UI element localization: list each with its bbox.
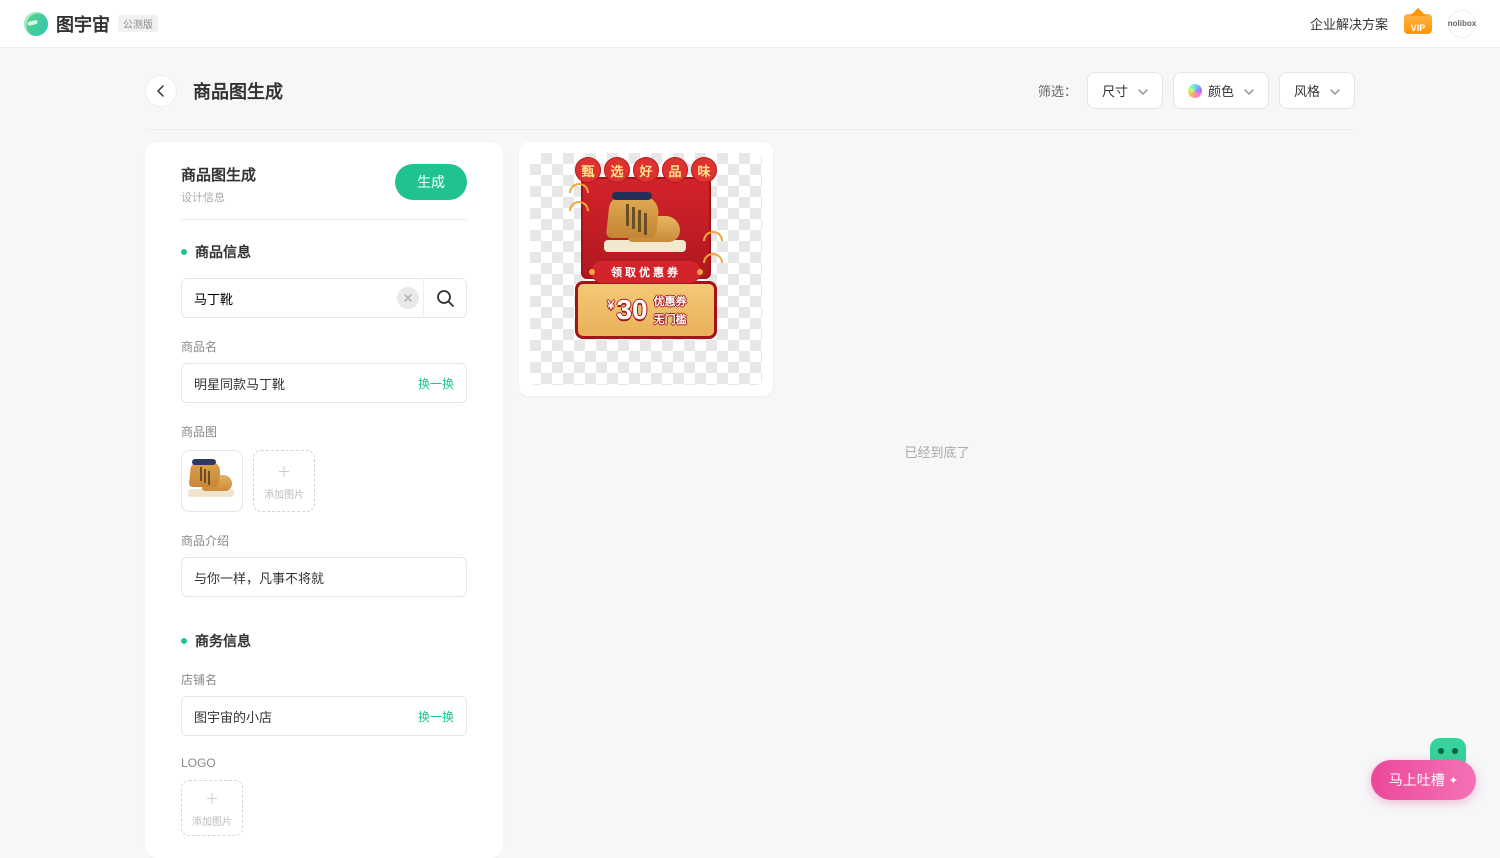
filter-size-label: 尺寸	[1102, 81, 1128, 100]
title-char: 味	[691, 157, 717, 183]
logo-row: ＋ 添加图片	[181, 780, 467, 836]
header: 图宇宙 公测版 企业解决方案 VIP nolibox	[0, 0, 1500, 48]
product-intro-value: 与你一样，凡事不将就	[194, 568, 324, 587]
logo-icon	[21, 9, 50, 38]
search-button[interactable]	[424, 279, 466, 317]
dot-icon	[181, 249, 187, 255]
panel-title: 商品图生成	[181, 164, 256, 185]
product-thumb[interactable]	[181, 450, 243, 512]
page-top: 商品图生成 筛选： 尺寸 颜色 风格	[145, 48, 1355, 130]
add-logo-text: 添加图片	[192, 813, 232, 828]
swap-name-button[interactable]: 换一换	[418, 375, 454, 392]
header-left: 图宇宙 公测版	[24, 11, 158, 37]
product-name-label: 商品名	[181, 338, 467, 355]
sparkle-icon: ✦	[1449, 774, 1458, 787]
plus-icon: ＋	[277, 462, 291, 482]
close-icon	[404, 294, 412, 302]
feedback-text: 马上吐槽	[1389, 770, 1445, 790]
product-intro-field[interactable]: 与你一样，凡事不将就	[181, 557, 467, 597]
color-wheel-icon	[1188, 84, 1202, 98]
product-image-row: ＋ 添加图片	[181, 450, 467, 512]
vip-badge[interactable]: VIP	[1404, 14, 1432, 34]
page-title: 商品图生成	[193, 78, 283, 104]
brand-name: 图宇宙	[56, 11, 110, 37]
boot-image	[186, 461, 238, 501]
generate-button[interactable]: 生成	[395, 164, 467, 200]
shop-name-label: 店铺名	[181, 671, 467, 688]
chevron-down-icon	[1244, 85, 1254, 95]
add-image-button[interactable]: ＋ 添加图片	[253, 450, 315, 512]
filter-color-label: 颜色	[1208, 81, 1234, 100]
product-name-field[interactable]: 明星同款马丁靴 换一换	[181, 363, 467, 403]
result-card[interactable]: 甄 选 好 品 味 领取优惠券	[519, 142, 773, 396]
add-logo-button[interactable]: ＋ 添加图片	[181, 780, 243, 836]
back-button[interactable]	[145, 75, 177, 107]
add-image-text: 添加图片	[264, 486, 304, 501]
section-product-info-label: 商品信息	[195, 242, 251, 262]
chevron-down-icon	[1330, 85, 1340, 95]
panel-subtitle: 设计信息	[181, 189, 256, 205]
clear-button[interactable]	[397, 287, 419, 309]
chevron-down-icon	[1138, 85, 1148, 95]
filter-style[interactable]: 风格	[1279, 72, 1355, 109]
search-input[interactable]	[182, 279, 397, 317]
header-right: 企业解决方案 VIP nolibox	[1310, 10, 1476, 38]
boot-image	[600, 194, 692, 258]
plus-icon: ＋	[205, 789, 219, 809]
beta-badge: 公测版	[118, 15, 158, 32]
config-panel: 商品图生成 设计信息 生成 商品信息 商品名 明星同款马丁靴 换一换 商品图	[145, 142, 503, 858]
title-char: 好	[633, 157, 659, 183]
promo-design: 甄 选 好 品 味 领取优惠券	[570, 157, 722, 339]
section-biz-info: 商务信息	[181, 631, 467, 651]
shop-name-field[interactable]: 图宇宙的小店 换一换	[181, 696, 467, 736]
page-top-left: 商品图生成	[145, 75, 283, 107]
swap-shop-button[interactable]: 换一换	[418, 708, 454, 725]
search-icon	[435, 288, 455, 308]
end-text: 已经到底了	[519, 442, 1355, 461]
enterprise-link[interactable]: 企业解决方案	[1310, 14, 1388, 33]
promo-title: 甄 选 好 品 味	[575, 157, 717, 183]
cloud-icon	[569, 183, 589, 193]
product-image-label: 商品图	[181, 423, 467, 440]
cloud-icon	[569, 201, 589, 211]
promo-body: 领取优惠券	[581, 177, 711, 279]
checker-bg: 甄 选 好 品 味 领取优惠券	[530, 153, 762, 385]
avatar[interactable]: nolibox	[1448, 10, 1476, 38]
result-area: 甄 选 好 品 味 领取优惠券	[519, 142, 1355, 461]
filter-size[interactable]: 尺寸	[1087, 72, 1163, 109]
dot-icon	[181, 638, 187, 644]
search-row	[181, 278, 467, 318]
panel-header: 商品图生成 设计信息 生成	[181, 164, 467, 220]
filter-style-label: 风格	[1294, 81, 1320, 100]
coupon-price: ￥30	[605, 294, 647, 326]
filter-color[interactable]: 颜色	[1173, 72, 1269, 109]
title-char: 选	[604, 157, 630, 183]
product-name-value: 明星同款马丁靴	[194, 374, 285, 393]
cloud-icon	[703, 253, 723, 263]
feedback-button[interactable]: 马上吐槽 ✦	[1371, 760, 1476, 800]
cloud-icon	[703, 231, 723, 241]
main-container: 商品图生成 设计信息 生成 商品信息 商品名 明星同款马丁靴 换一换 商品图	[145, 142, 1355, 858]
product-intro-label: 商品介绍	[181, 532, 467, 549]
chevron-left-icon	[156, 85, 166, 97]
filter-label: 筛选：	[1038, 81, 1077, 100]
section-product-info: 商品信息	[181, 242, 467, 262]
coupon-box: ￥30 优惠券 无门槛	[575, 281, 717, 339]
shop-name-value: 图宇宙的小店	[194, 707, 272, 726]
promo-banner: 领取优惠券	[591, 261, 701, 283]
coupon-text: 优惠券 无门槛	[654, 293, 687, 327]
title-char: 甄	[575, 157, 601, 183]
logo-label: LOGO	[181, 756, 467, 770]
section-biz-info-label: 商务信息	[195, 631, 251, 651]
filter-bar: 筛选： 尺寸 颜色 风格	[1038, 72, 1355, 109]
title-char: 品	[662, 157, 688, 183]
